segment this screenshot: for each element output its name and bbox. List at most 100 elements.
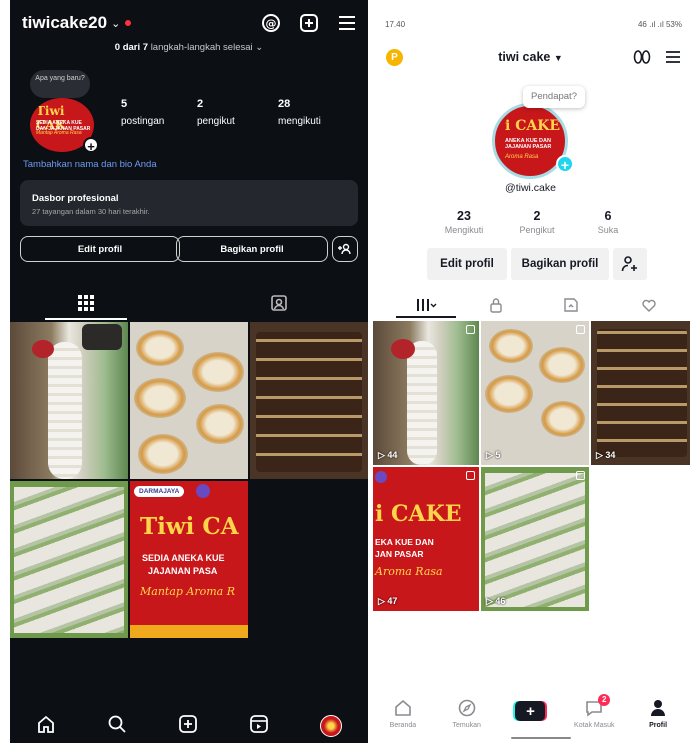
tiktok-profile-screen: 17.40 46 .ıl .ıl 53% P tiwi cake ▼ i CAK… — [371, 0, 690, 743]
tt-stat-likes[interactable]: 6 Suka — [573, 209, 643, 235]
grid-icon[interactable] — [45, 286, 127, 320]
food-shape — [138, 434, 188, 474]
photo-mode-icon — [576, 471, 585, 480]
person-icon — [649, 699, 667, 719]
ig-share-profile-button[interactable]: Bagikan profil — [176, 236, 328, 262]
avatar-script: Mantap Aroma Rasa — [36, 130, 82, 136]
ig-professional-dashboard[interactable]: Dasbor profesional 27 tayangan dalam 30 … — [20, 180, 358, 226]
banner-org: DARMAJAYA — [134, 486, 185, 497]
photo-mode-icon — [576, 325, 585, 334]
nav-home[interactable]: Beranda — [373, 699, 433, 729]
ig-stat-followers[interactable]: 2 pengikut — [197, 98, 235, 127]
tt-stat-followers[interactable]: 2 Pengikut — [502, 209, 572, 235]
inbox-icon: 2 — [585, 694, 611, 719]
view-count-value: 34 — [605, 450, 616, 460]
ig-username[interactable]: tiwicake20 — [22, 13, 107, 33]
banner-script: Mantap Aroma R — [140, 585, 236, 598]
instagram-profile-screen: tiwicake20 ⌄ @ 0 dari 7 langkah-langkah … — [10, 0, 368, 743]
tt-video-thumbnail[interactable]: ▷ 5 — [481, 321, 589, 465]
threads-icon[interactable]: @ — [260, 12, 282, 34]
ig-bottom-nav — [10, 709, 368, 743]
food-shape — [407, 341, 437, 465]
ig-post-thumbnail[interactable] — [10, 481, 128, 638]
nav-inbox[interactable]: 2 Kotak Masuk — [564, 694, 624, 729]
create-plus-icon: + — [515, 701, 546, 721]
add-avatar-icon[interactable]: + — [556, 155, 574, 173]
banner-script: Aroma Rasa — [375, 565, 443, 578]
tt-edit-profile-button[interactable]: Edit profil — [427, 248, 507, 280]
liked-icon[interactable] — [619, 292, 679, 318]
status-indicators: 46 .ıl .ıl 53% — [637, 20, 682, 29]
ig-content-tabs — [10, 286, 368, 320]
search-icon[interactable] — [107, 714, 127, 739]
food-shape — [256, 332, 362, 472]
ig-steps-label: langkah-langkah selesai — [150, 42, 253, 53]
ig-post-thumbnail[interactable] — [250, 322, 368, 479]
create-post-icon[interactable] — [298, 12, 320, 34]
add-story-icon[interactable]: + — [83, 137, 99, 154]
avatar-title: i CAKE — [505, 118, 561, 134]
nav-profile[interactable]: Profil — [628, 699, 688, 729]
active-tab-indicator — [396, 316, 456, 318]
tt-video-thumbnail[interactable]: i CAKE EKA KUE DAN JAN PASAR Aroma Rasa … — [373, 467, 479, 611]
nav-create[interactable]: + — [500, 699, 560, 721]
reposts-icon[interactable] — [541, 292, 601, 318]
stat-value: 5 — [121, 98, 128, 110]
tt-stat-following[interactable]: 23 Mengikuti — [429, 209, 499, 235]
view-count: ▷ 47 — [378, 596, 398, 606]
notification-dot — [125, 20, 132, 26]
food-shape — [597, 329, 687, 457]
stat-value: 2 — [533, 209, 541, 223]
tt-video-thumbnail[interactable]: ▷ 46 — [481, 467, 589, 611]
ig-note-bubble[interactable]: Apa yang baru? — [30, 70, 90, 98]
nav-label: Kotak Masuk — [574, 722, 615, 729]
ig-setup-progress[interactable]: 0 dari 7 langkah-langkah selesai ⌄ — [10, 42, 368, 53]
profile-avatar-icon[interactable] — [320, 715, 343, 737]
tt-handle: @tiwi.cake — [505, 182, 556, 194]
screenshot-root: tiwicake20 ⌄ @ 0 dari 7 langkah-langkah … — [0, 0, 690, 743]
home-icon[interactable] — [36, 714, 56, 739]
ig-post-thumbnail[interactable] — [130, 322, 248, 479]
svg-text:@: @ — [266, 17, 277, 30]
tt-video-thumbnail[interactable]: ▷ 44 — [373, 321, 479, 465]
tt-note-bubble[interactable]: Pendapat? — [523, 86, 585, 108]
tt-share-profile-button[interactable]: Bagikan profil — [511, 248, 609, 280]
ig-stat-following[interactable]: 28 mengikuti — [278, 98, 321, 127]
menu-icon[interactable] — [336, 12, 358, 34]
flower-shape — [32, 340, 54, 358]
videos-grid-icon[interactable] — [396, 292, 456, 318]
menu-icon[interactable] — [664, 48, 682, 71]
nav-label: Profil — [649, 722, 668, 729]
dashboard-subtitle: 27 tayangan dalam 30 hari terakhir. — [32, 207, 150, 216]
view-count-value: 46 — [495, 596, 506, 606]
reels-icon[interactable] — [249, 714, 269, 739]
ig-add-bio-link[interactable]: Tambahkan nama dan bio Anda — [23, 159, 157, 170]
tt-video-thumbnail[interactable]: ▷ 34 — [591, 321, 690, 465]
banner-footer — [130, 625, 248, 638]
nav-discover[interactable]: Temukan — [437, 699, 497, 729]
avatar-line: ANEKA KUE DAN JAJANAN PASAR — [505, 138, 552, 150]
stat-label: pengikut — [197, 116, 235, 127]
stat-label: Suka — [597, 225, 619, 235]
tagged-icon[interactable] — [238, 286, 320, 320]
chevron-down-icon: ▼ — [553, 53, 563, 63]
chevron-down-icon[interactable]: ⌄ — [111, 17, 120, 30]
ig-post-thumbnail[interactable] — [10, 322, 128, 479]
banner-line2: JAN PASAR — [375, 549, 424, 559]
lock-icon[interactable] — [466, 292, 526, 318]
food-shape — [541, 401, 585, 437]
ig-edit-profile-button[interactable]: Edit profil — [20, 236, 180, 262]
ig-top-bar: tiwicake20 ⌄ @ — [22, 10, 358, 36]
nav-label: Beranda — [389, 722, 417, 729]
ig-post-banner[interactable]: DARMAJAYA Tiwi CA SEDIA ANEKA KUE JAJANA… — [130, 481, 248, 638]
view-count: ▷ 34 — [596, 450, 616, 460]
stat-label: postingan — [121, 116, 165, 127]
footprint-icon[interactable] — [632, 48, 652, 71]
banner-line1: EKA KUE DAN — [375, 537, 434, 547]
add-friend-icon[interactable] — [613, 248, 647, 280]
view-count-value: 5 — [495, 450, 501, 460]
ig-stat-posts[interactable]: 5 postingan — [121, 98, 164, 127]
create-icon[interactable] — [178, 714, 198, 739]
view-count-value: 47 — [387, 596, 398, 606]
add-person-icon[interactable] — [332, 236, 358, 262]
